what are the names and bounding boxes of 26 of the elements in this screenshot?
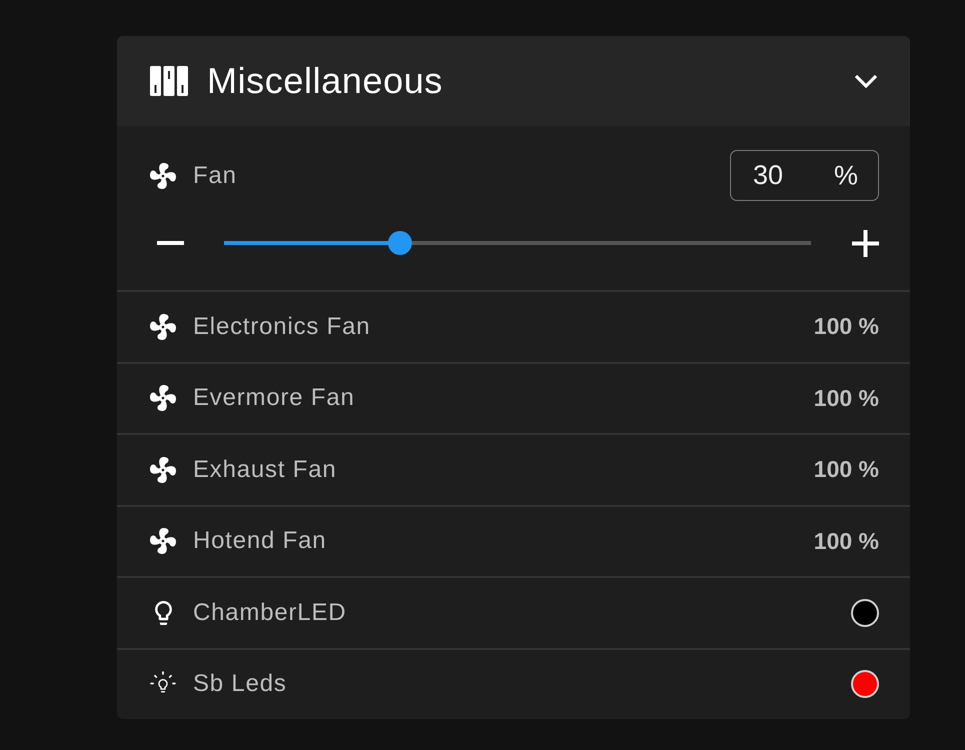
increase-button[interactable] xyxy=(851,229,879,257)
fan-speed-reading: 100 % xyxy=(814,456,879,484)
fan-name: Hotend Fan xyxy=(193,527,326,556)
columns-icon xyxy=(150,66,188,96)
fan-icon xyxy=(150,385,176,412)
panel-title: Miscellaneous xyxy=(207,60,443,102)
fan-speed-reading: 100 % xyxy=(814,384,879,412)
fan-name: Electronics Fan xyxy=(193,312,370,341)
chevron-down-icon xyxy=(854,74,878,88)
fan-icon xyxy=(150,314,176,340)
fan-name: Evermore Fan xyxy=(193,384,355,412)
fan-icon xyxy=(150,162,176,188)
fan-speed-reading: 100 % xyxy=(814,528,879,555)
fan-icon xyxy=(150,528,176,554)
color-swatch-icon[interactable] xyxy=(851,670,879,698)
plus-icon xyxy=(852,230,878,256)
fan-label: Fan xyxy=(193,162,237,190)
fan-name: Exhaust Fan xyxy=(193,456,337,484)
minus-icon xyxy=(156,241,184,245)
color-swatch-icon[interactable] xyxy=(851,598,879,627)
slider-thumb[interactable] xyxy=(388,231,412,255)
unit-label: % xyxy=(834,162,858,189)
fan-speed-reading: 100 % xyxy=(814,313,879,340)
fan-icon xyxy=(150,456,176,483)
light-name: Sb Leds xyxy=(193,670,287,698)
light-name: ChamberLED xyxy=(193,598,346,627)
